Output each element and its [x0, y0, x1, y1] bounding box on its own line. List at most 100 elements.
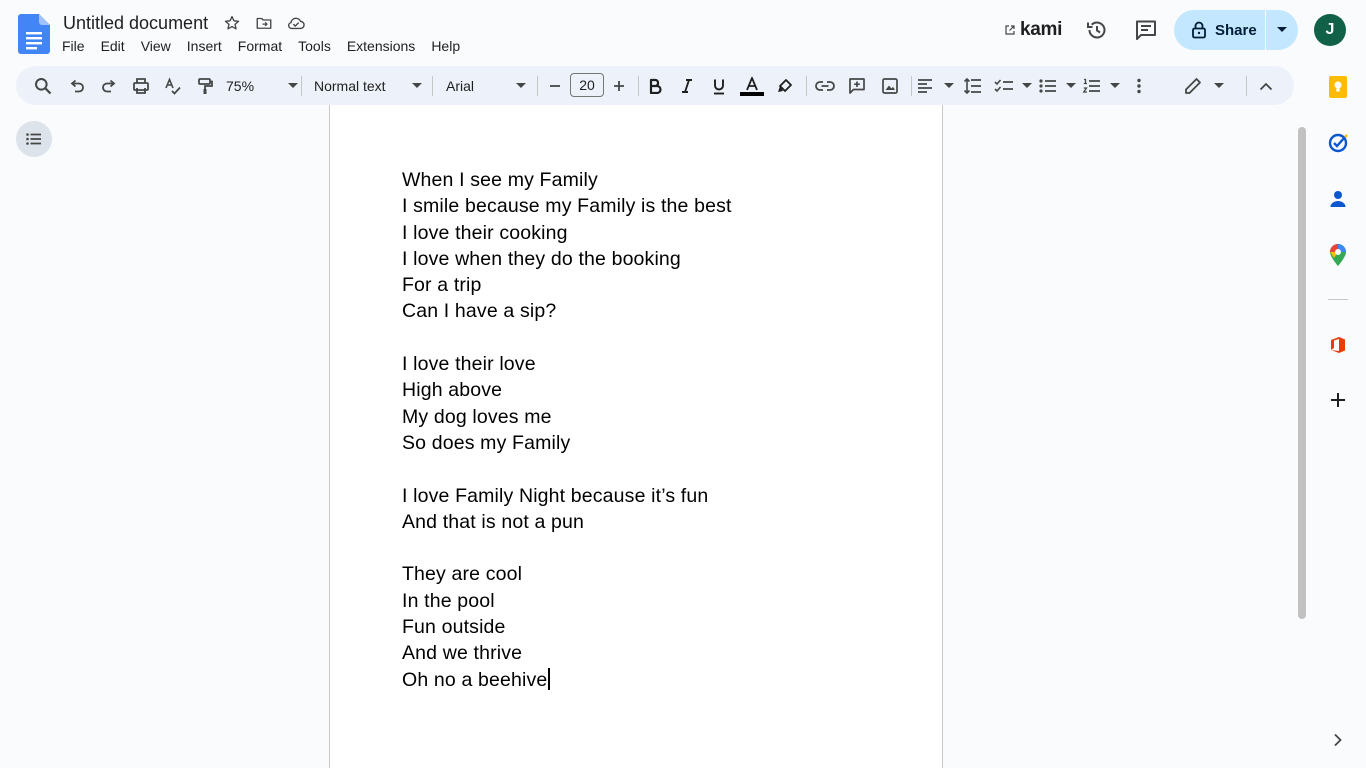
text-line [402, 535, 732, 561]
font-select[interactable]: Arial [446, 73, 526, 99]
text-line-content: Fun outside [402, 616, 506, 639]
text-line-content: Can I have a sip? [402, 300, 557, 323]
document-outline-button[interactable] [16, 121, 52, 157]
text-line [402, 456, 732, 482]
document-page[interactable]: When I see my Family I smile because my F… [329, 105, 943, 768]
share-button[interactable]: Share [1174, 10, 1265, 50]
text-line: And that is not a pun [402, 509, 732, 535]
align-select[interactable] [916, 73, 954, 99]
move-folder-icon[interactable] [254, 13, 274, 33]
caret-down-icon [1022, 83, 1032, 89]
decrease-font-size-button[interactable] [545, 73, 565, 99]
pencil-icon [1184, 77, 1202, 95]
paragraph-style-select[interactable]: Normal text [314, 73, 422, 99]
star-icon[interactable] [222, 13, 242, 33]
text-line: I love when they do the booking [402, 246, 732, 272]
bold-icon[interactable] [642, 73, 668, 99]
text-line: In the pool [402, 588, 732, 614]
document-body[interactable]: When I see my Family I smile because my F… [402, 167, 732, 693]
search-menus-icon[interactable] [30, 73, 56, 99]
more-options-icon[interactable] [1126, 73, 1152, 99]
numbered-list-select[interactable] [1082, 73, 1120, 99]
text-line: I love Family Night because it’s fun [402, 483, 732, 509]
redo-icon[interactable] [96, 73, 122, 99]
text-line-content: They are cool [402, 563, 523, 586]
share-dropdown-button[interactable] [1266, 10, 1298, 50]
italic-icon[interactable] [674, 73, 700, 99]
text-line-content: In the pool [402, 589, 495, 612]
menu-view[interactable]: View [133, 36, 179, 56]
tasks-icon[interactable] [1324, 129, 1352, 157]
menu-file[interactable]: File [54, 36, 93, 56]
menu-tools[interactable]: Tools [290, 36, 339, 56]
editing-mode-select[interactable] [1184, 73, 1224, 99]
insert-link-icon[interactable] [812, 73, 838, 99]
docs-logo[interactable] [18, 14, 50, 54]
toolbar-divider [1246, 76, 1247, 96]
menu-insert[interactable]: Insert [179, 36, 230, 56]
comments-icon[interactable] [1132, 16, 1160, 44]
account-avatar[interactable]: J [1314, 14, 1346, 46]
title-row: Untitled document [61, 10, 306, 36]
cloud-saved-icon[interactable] [286, 13, 306, 33]
text-line: Can I have a sip? [402, 298, 732, 324]
numbered-list-icon [1082, 78, 1102, 94]
get-addons-icon[interactable] [1324, 386, 1352, 414]
paragraph-style-value: Normal text [314, 78, 386, 94]
document-title[interactable]: Untitled document [61, 13, 210, 34]
undo-icon[interactable] [64, 73, 90, 99]
insert-image-icon[interactable] [877, 73, 903, 99]
menu-format[interactable]: Format [230, 36, 290, 56]
align-left-icon [916, 78, 934, 94]
font-size-input[interactable]: 20 [570, 73, 604, 97]
text-line: I smile because my Family is the best [402, 193, 732, 219]
text-line-content: Oh no a beehive [402, 668, 548, 691]
kami-extension-button[interactable]: kami [1004, 18, 1062, 42]
scrollbar-thumb[interactable] [1298, 127, 1306, 619]
text-line: High above [402, 377, 732, 403]
text-line-content: My dog loves me [402, 405, 552, 428]
paint-format-icon[interactable] [192, 73, 218, 99]
text-line [402, 325, 732, 351]
underline-icon[interactable] [706, 73, 732, 99]
highlight-color-icon[interactable] [772, 73, 798, 99]
maps-icon[interactable] [1324, 241, 1352, 269]
text-line-content: I love their love [402, 353, 536, 376]
bulleted-list-select[interactable] [1038, 73, 1076, 99]
text-line: Oh no a beehive [402, 667, 732, 693]
text-line-content: I smile because my Family is the best [402, 195, 732, 218]
toolbar-divider [537, 76, 538, 96]
collapse-menus-icon[interactable] [1253, 73, 1279, 99]
increase-font-size-button[interactable] [609, 73, 629, 99]
zoom-select[interactable]: 75% [226, 73, 298, 99]
menu-extensions[interactable]: Extensions [339, 36, 423, 56]
office-addon-icon[interactable] [1324, 331, 1352, 359]
toolbar: 75% Normal text Arial 20 [16, 66, 1294, 105]
toolbar-divider [806, 76, 807, 96]
menu-help[interactable]: Help [423, 36, 468, 56]
contacts-icon[interactable] [1324, 185, 1352, 213]
bulleted-list-icon [1038, 78, 1058, 94]
text-color-icon[interactable] [738, 73, 766, 99]
text-color-swatch [740, 91, 764, 96]
print-icon[interactable] [128, 73, 154, 99]
caret-down-icon [1066, 83, 1076, 89]
text-cursor [548, 667, 551, 690]
chevron-right-icon[interactable] [1324, 726, 1352, 754]
text-line-content: So does my Family [402, 431, 571, 454]
line-spacing-icon[interactable] [960, 73, 986, 99]
version-history-icon[interactable] [1083, 16, 1111, 44]
menu-edit[interactable]: Edit [93, 36, 133, 56]
text-line: I love their love [402, 351, 732, 377]
side-panel-divider [1328, 299, 1348, 300]
checklist-select[interactable] [994, 73, 1032, 99]
caret-down-icon [412, 83, 422, 89]
keep-icon[interactable] [1324, 73, 1352, 101]
toolbar-divider [301, 76, 302, 96]
caret-down-icon [516, 83, 526, 89]
add-comment-icon[interactable] [844, 73, 870, 99]
caret-down-icon [1214, 83, 1224, 89]
caret-down-icon [944, 83, 954, 89]
spellcheck-icon[interactable] [160, 73, 186, 99]
text-line: And we thrive [402, 640, 732, 666]
